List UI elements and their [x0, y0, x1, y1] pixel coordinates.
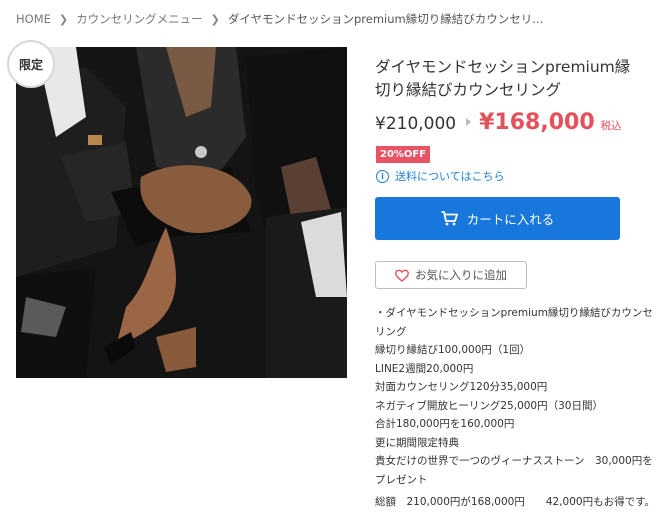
description-line: 更に期間限定特典: [375, 436, 459, 449]
info-icon: i: [376, 169, 389, 183]
description-line: 貴女だけの世界で一つのヴィーナスストーン 30,000円をプレゼント: [375, 455, 653, 486]
breadcrumb: HOME ❯ カウンセリングメニュー ❯ ダイヤモンドセッションpremium縁…: [16, 11, 543, 27]
description-line: ネガティブ開放ヒーリング25,000円（30日間）: [375, 399, 603, 412]
tax-label: 税込: [600, 120, 622, 132]
product-title: ダイヤモンドセッションpremium縁切り縁結びカウンセリング: [375, 58, 631, 99]
breadcrumb-home-link[interactable]: HOME: [16, 12, 51, 26]
add-to-cart-button[interactable]: カートに入れる: [375, 197, 620, 240]
heart-icon: [395, 269, 409, 282]
price-sale: ¥168,000: [479, 110, 595, 135]
discount-badge: 20%OFF: [376, 146, 431, 163]
add-to-favorites-button[interactable]: お気に入りに追加: [375, 261, 527, 289]
breadcrumb-category-link[interactable]: カウンセリングメニュー: [76, 11, 203, 27]
description-line: 対面カウンセリング120分35,000円: [375, 381, 548, 393]
product-image[interactable]: [16, 47, 347, 378]
description-total: 総額 210,000円が168,000円 42,000円もお得です。: [375, 496, 656, 508]
shipping-info-link[interactable]: i 送料についてはこちら: [376, 168, 504, 184]
price-original: ¥210,000: [375, 114, 457, 134]
chevron-right-icon: ❯: [210, 12, 220, 26]
wishlist-button-label: お気に入りに追加: [415, 268, 507, 282]
cart-button-label: カートに入れる: [466, 212, 555, 227]
description-line: LINE2週間20,000円: [375, 362, 474, 375]
chevron-right-icon: ❯: [58, 12, 69, 26]
description-line: 縁切り縁結び100,000円（1回）: [375, 344, 531, 356]
cart-icon: [441, 211, 458, 226]
price-row: ¥210,000 ¥168,000 税込: [375, 110, 622, 135]
description-line: ・ダイヤモンドセッションpremium縁切り縁結びカウンセリング: [375, 307, 653, 338]
shipping-link-label: 送料についてはこちら: [395, 170, 505, 183]
limited-badge: 限定: [7, 40, 55, 88]
product-photo: [16, 47, 347, 378]
product-description: ・ダイヤモンドセッションpremium縁切り縁結びカウンセリング 縁切り縁結び1…: [375, 304, 657, 489]
price-arrow-icon: [466, 118, 472, 126]
description-line: 合計180,000円を160,000円: [375, 418, 515, 430]
breadcrumb-current: ダイヤモンドセッションpremium縁切り縁結びカウンセリ...: [227, 12, 544, 26]
